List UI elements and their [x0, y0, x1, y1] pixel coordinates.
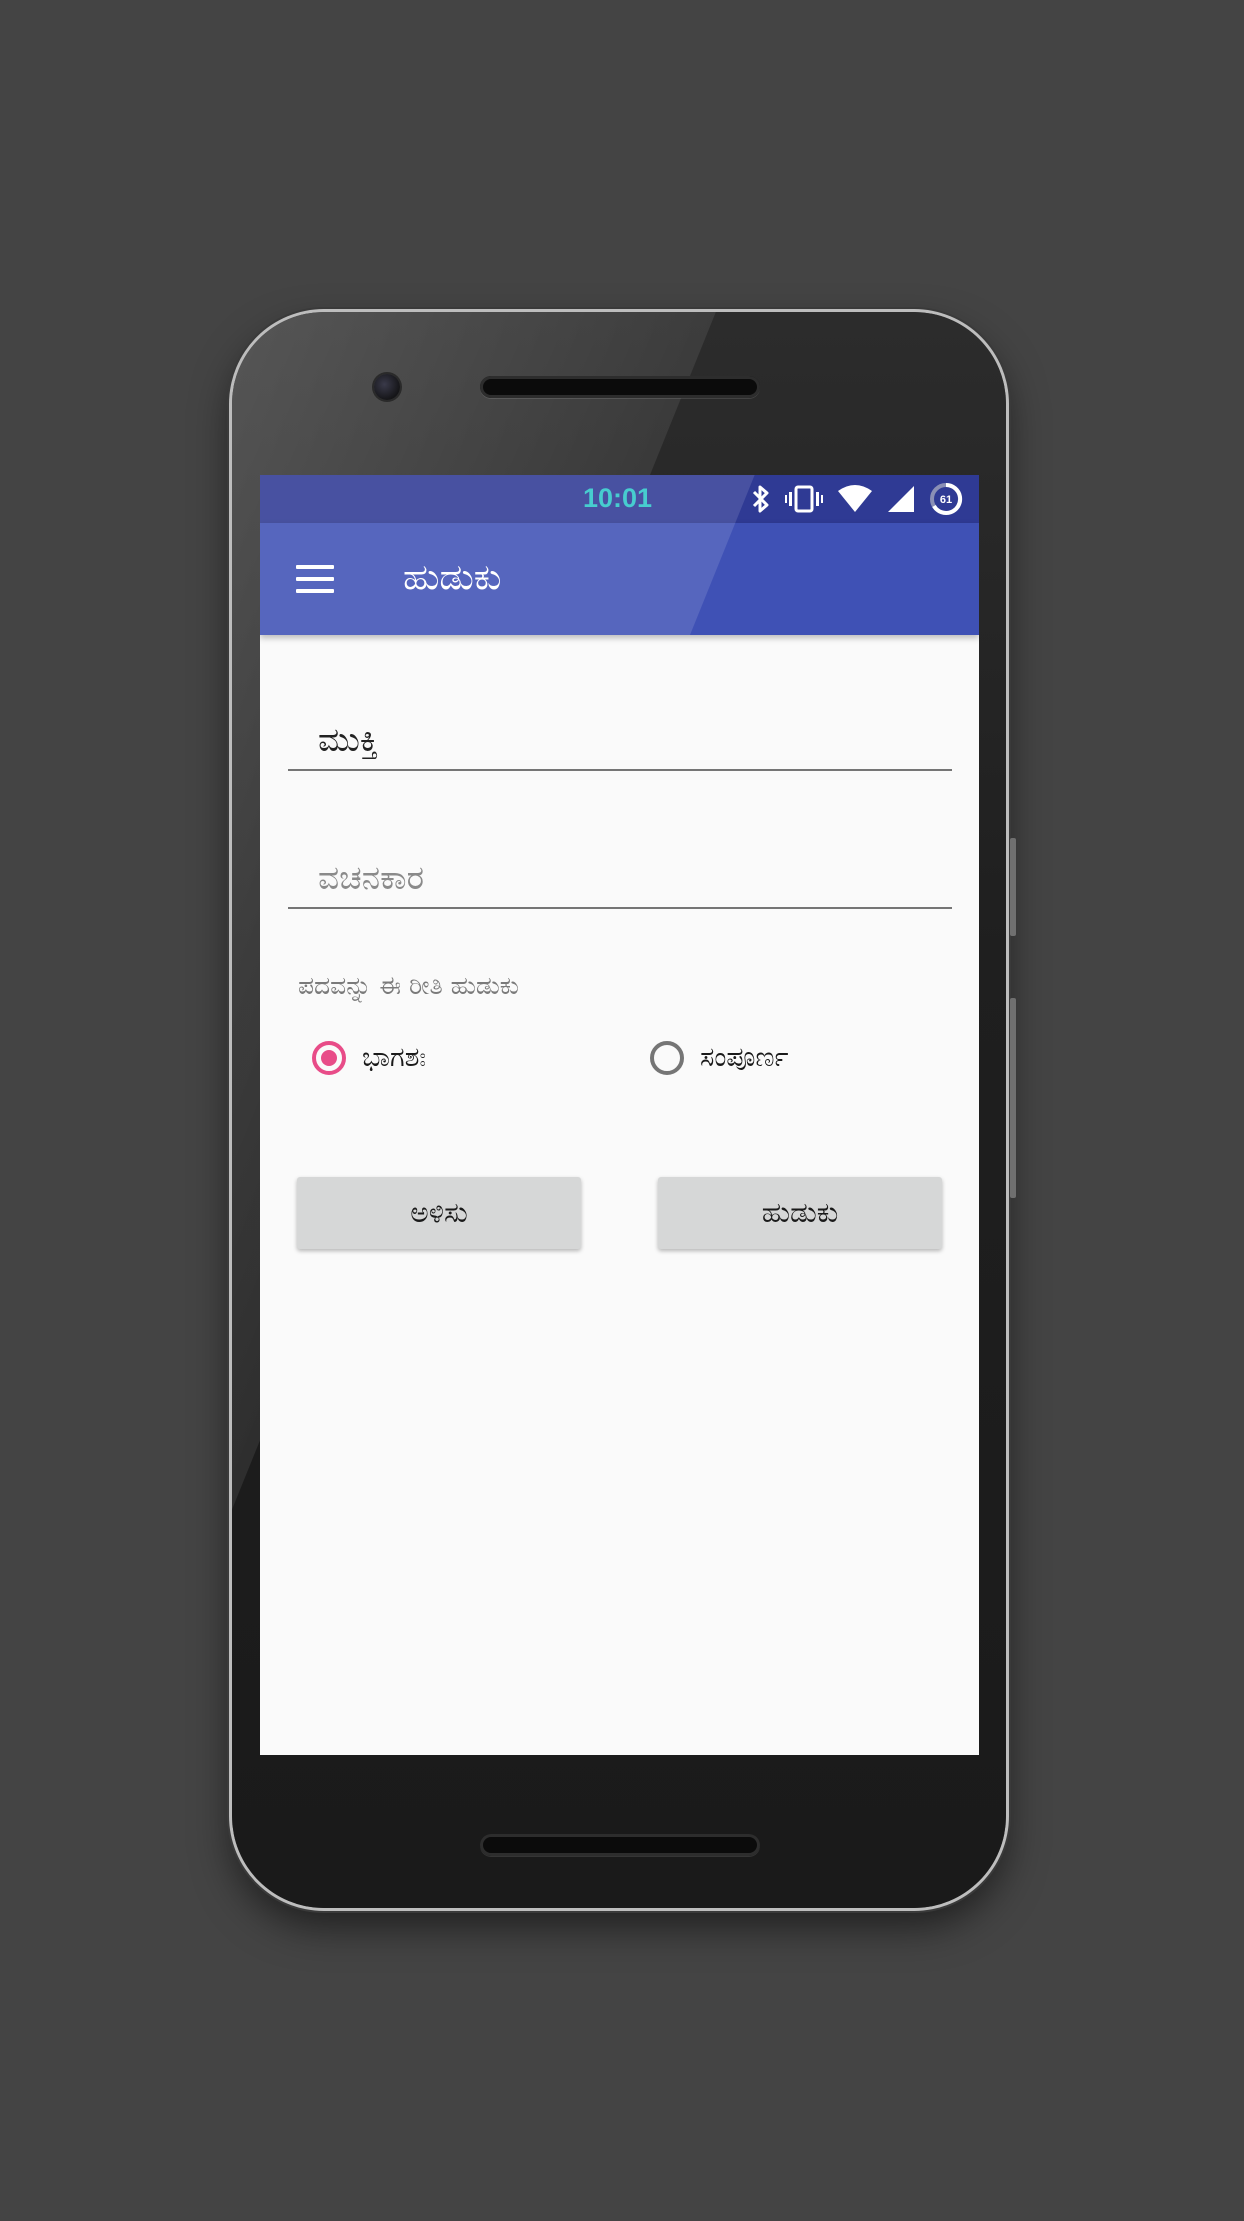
partial-match-option[interactable]: ಭಾಗಶಃ [312, 1041, 426, 1075]
phone-screen: 10:01 61 ಹುಡುಕು ಮುಕ್ತಿ ವಚನಕಾರ ಪದವನ್ನು ಈ … [260, 475, 979, 1755]
front-camera [374, 374, 400, 400]
partial-radio-label: ಭಾಗಶಃ [362, 1042, 427, 1073]
power-button [1010, 998, 1016, 1198]
battery-level-text: 61 [940, 494, 952, 506]
partial-radio-button[interactable] [312, 1041, 346, 1075]
search-button[interactable]: ಹುಡುಕು [658, 1177, 942, 1249]
bottom-speaker-grille [480, 1834, 760, 1856]
cell-signal-icon [888, 486, 914, 512]
author-field [288, 835, 952, 909]
bluetooth-icon [752, 485, 769, 513]
hamburger-menu-icon[interactable] [296, 563, 336, 595]
author-input[interactable] [318, 858, 938, 897]
keyword-field [288, 697, 952, 771]
app-bar: ಹುಡುಕು [260, 523, 979, 635]
status-icons: 61 [751, 482, 963, 515]
keyword-input[interactable] [318, 720, 938, 759]
device-frame-background: 10:01 61 ಹುಡುಕು ಮುಕ್ತಿ ವಚನಕಾರ ಪದವನ್ನು ಈ … [0, 0, 1244, 2221]
wifi-icon [838, 485, 872, 512]
battery-icon: 61 [930, 482, 963, 515]
status-time: 10:01 [583, 483, 653, 513]
exact-radio-button[interactable] [650, 1041, 684, 1075]
clear-button[interactable]: ಅಳಿಸು [297, 1177, 581, 1249]
exact-radio-label: ಸಂಪೂರ್ಣ [700, 1042, 789, 1073]
page-title: ಹುಡುಕು [403, 557, 502, 598]
exact-match-option[interactable]: ಸಂಪೂರ್ಣ [650, 1041, 789, 1075]
volume-button [1010, 838, 1016, 936]
search-mode-label: ಪದವನ್ನು ಈ ರೀತಿ ಹುಡುಕು [298, 971, 519, 1000]
status-bar: 10:01 61 [260, 475, 979, 523]
top-speaker-grille [480, 376, 760, 398]
vibrate-icon [785, 485, 823, 513]
